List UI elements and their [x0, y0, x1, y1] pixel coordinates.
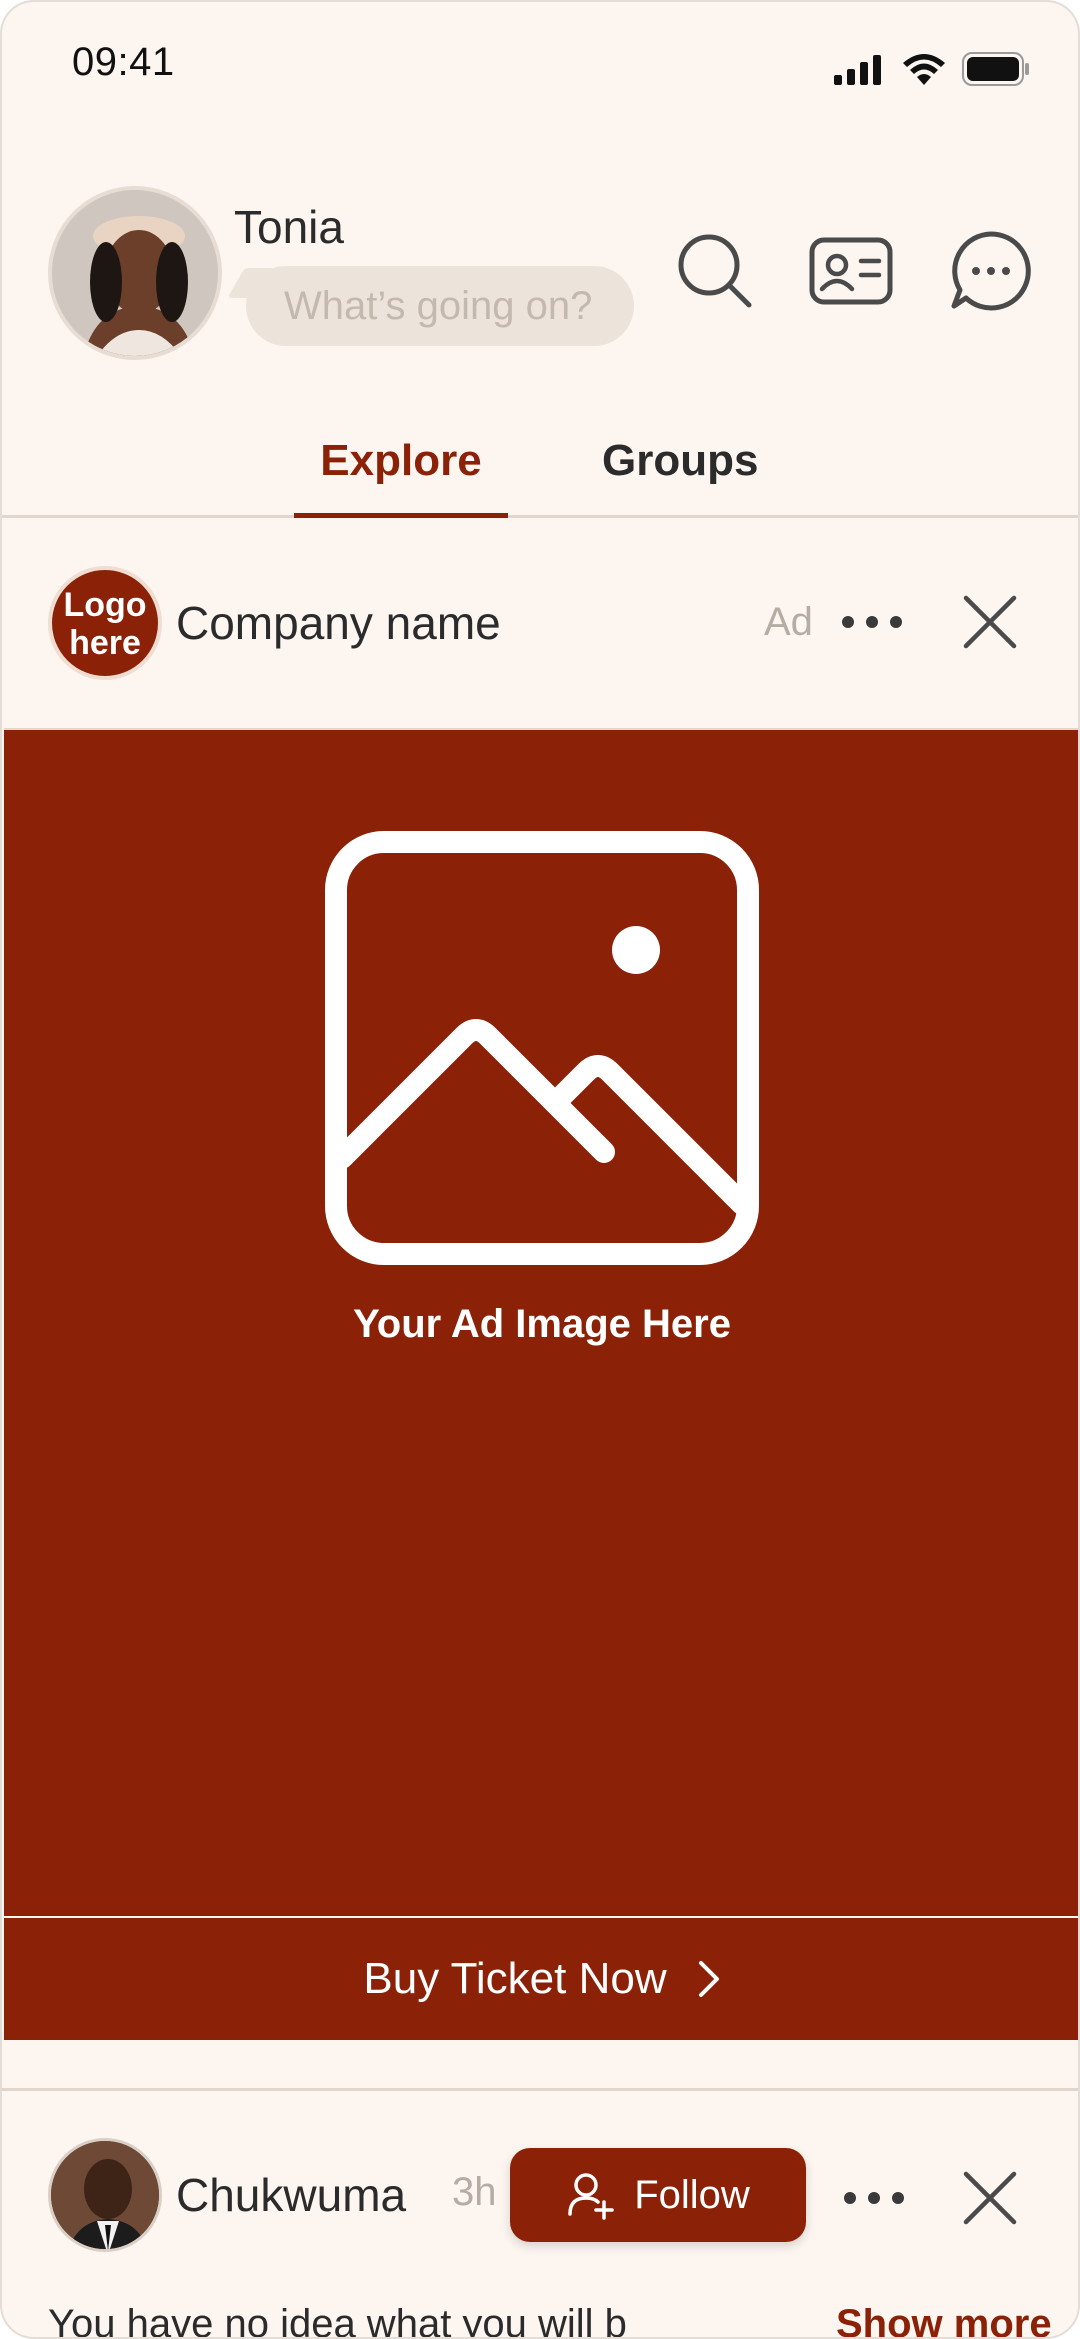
add-user-icon: [568, 2173, 614, 2220]
post-header: Chukwuma 3h Follow: [2, 2132, 1078, 2262]
cta-label: Buy Ticket Now: [363, 1954, 667, 2003]
chevron-right-icon: [698, 1961, 719, 1997]
ad-more-options-icon[interactable]: [842, 616, 902, 628]
close-icon[interactable]: [960, 2168, 1020, 2228]
signal-icon: [834, 55, 881, 85]
feed-divider: [2, 2088, 1078, 2091]
ad-image[interactable]: Your Ad Image Here: [4, 728, 1078, 1916]
follow-label: Follow: [634, 2172, 750, 2217]
post-author-name[interactable]: Chukwuma: [176, 2168, 406, 2222]
logo-text-line2: here: [69, 624, 141, 662]
feed-tabs: Explore Groups: [2, 422, 1078, 518]
logo-text-line1: Logo: [63, 586, 147, 624]
company-logo[interactable]: Logo here: [48, 566, 162, 680]
ad-image-caption: Your Ad Image Here: [353, 1302, 731, 1346]
compose-input[interactable]: What’s going on?: [246, 266, 634, 346]
buy-ticket-button[interactable]: Buy Ticket Now: [4, 1918, 1078, 2040]
contact-card-icon: [809, 237, 893, 305]
post-more-options-icon[interactable]: [844, 2192, 904, 2204]
search-button[interactable]: [672, 228, 758, 314]
ad-header: Logo here Company name Ad: [2, 564, 1078, 684]
user-avatar[interactable]: [48, 186, 222, 360]
post-text: You have no idea what you will b: [48, 2302, 627, 2339]
author-photo-icon: [51, 2141, 159, 2249]
follow-button[interactable]: Follow: [510, 2148, 806, 2242]
search-icon: [678, 234, 752, 308]
messages-button[interactable]: [948, 228, 1034, 314]
ad-label: Ad: [764, 600, 813, 644]
company-name[interactable]: Company name: [176, 596, 501, 650]
user-photo-icon: [52, 190, 218, 356]
app-screen: 09:41 Tonia What’s going on? Explore Gro…: [0, 0, 1080, 2339]
tab-groups[interactable]: Groups: [602, 436, 758, 486]
username: Tonia: [234, 201, 344, 253]
tab-explore[interactable]: Explore: [294, 436, 508, 518]
post-author-avatar[interactable]: [48, 2138, 162, 2252]
post-timestamp: 3h: [452, 2170, 497, 2214]
image-placeholder-icon: [325, 831, 759, 1265]
battery-icon: [962, 52, 1029, 86]
show-more-link[interactable]: Show more: [818, 2302, 1052, 2337]
chat-icon: [951, 231, 1031, 311]
wifi-icon: [903, 54, 945, 85]
status-icons: [834, 52, 1030, 86]
status-bar: 09:41: [2, 2, 1078, 122]
close-icon[interactable]: [960, 592, 1020, 652]
status-time: 09:41: [72, 40, 175, 84]
contact-card-button[interactable]: [808, 228, 894, 314]
feed-header: Tonia What’s going on?: [2, 172, 1078, 372]
